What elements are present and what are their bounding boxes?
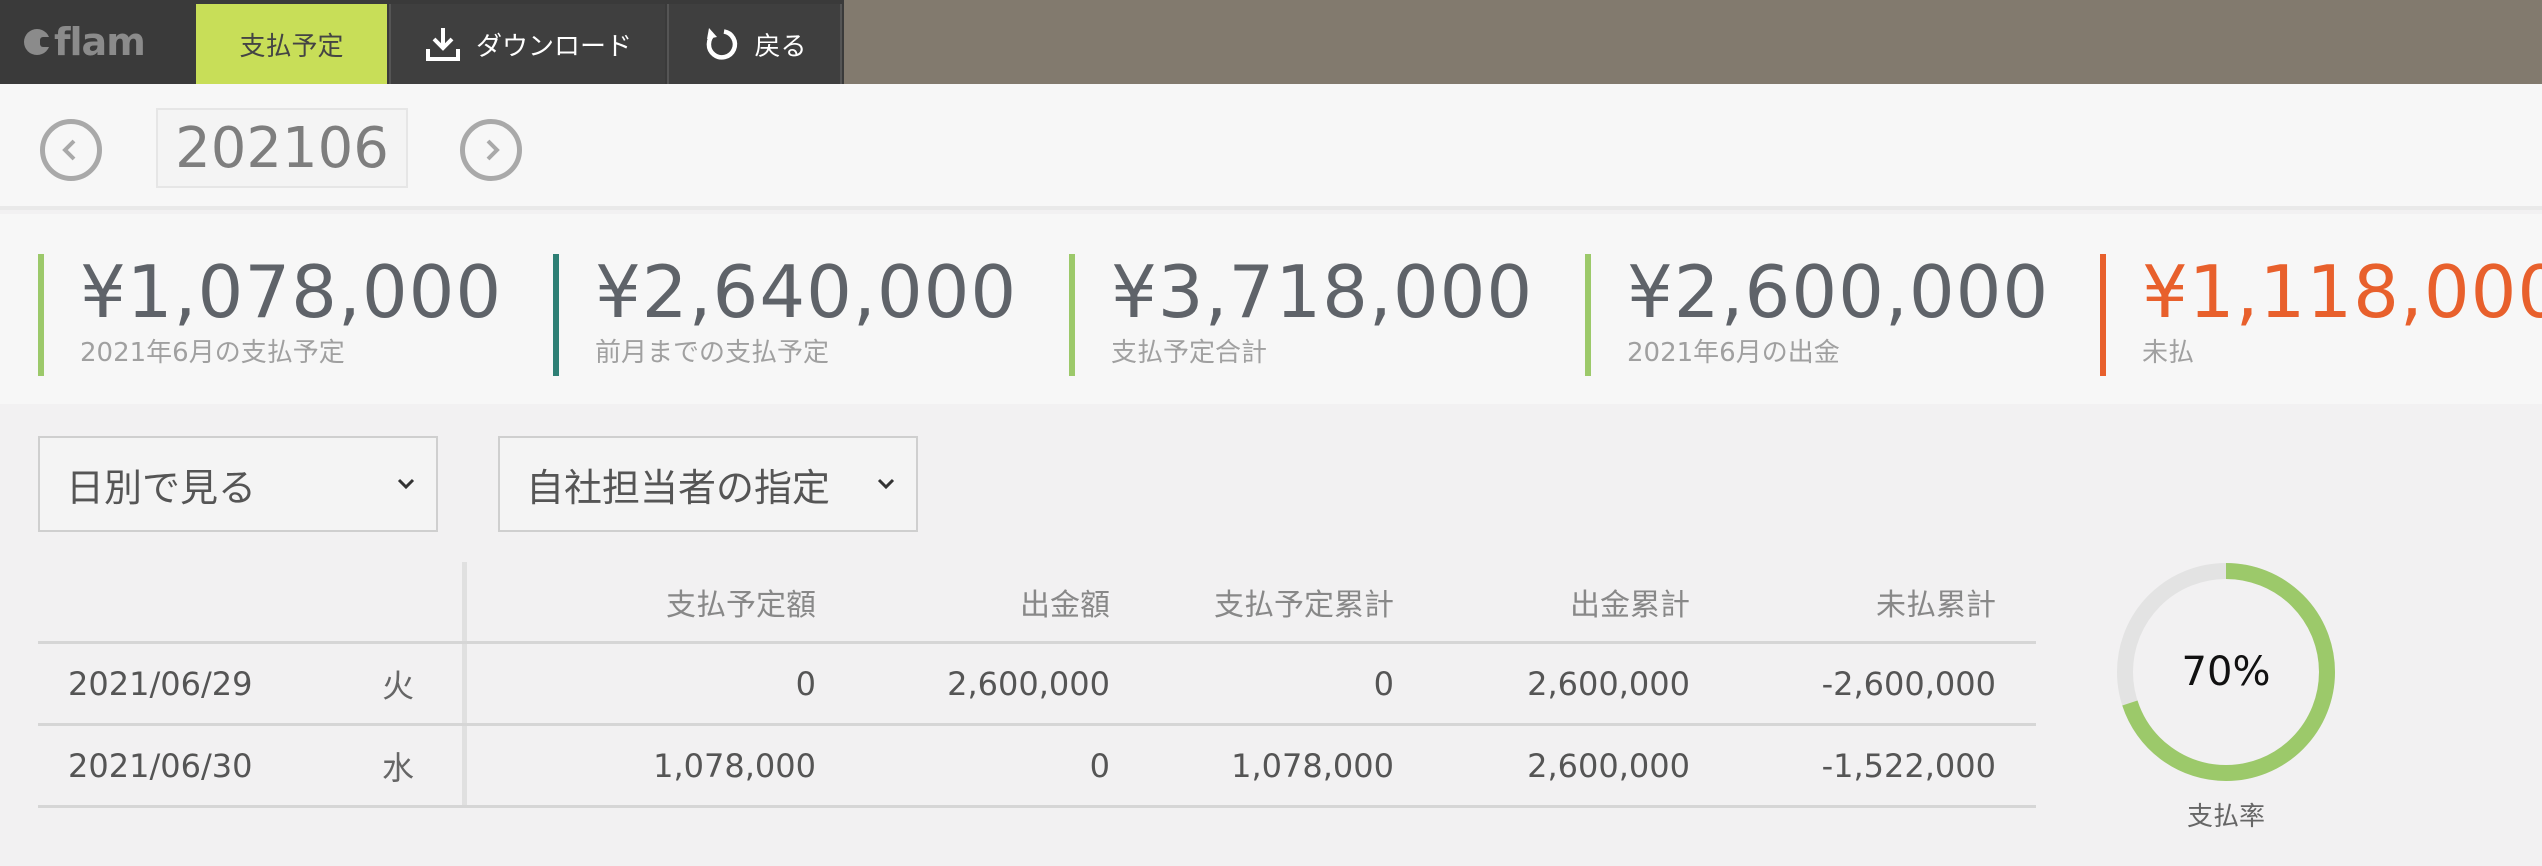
refresh-icon bbox=[702, 25, 740, 63]
logo-text: flam bbox=[54, 20, 146, 64]
month-display[interactable]: 202106 bbox=[156, 108, 408, 188]
stat-monthly-withdrawal: ¥2,600,000 2021年6月の出金 bbox=[1585, 254, 2049, 376]
back-button[interactable]: 戻る bbox=[667, 4, 842, 84]
chevron-down-icon bbox=[877, 478, 895, 490]
table-row[interactable]: 2021/06/29 火 0 2,600,000 0 2,600,000 -2,… bbox=[38, 644, 2036, 726]
table-row[interactable]: 2021/06/30 水 1,078,000 0 1,078,000 2,600… bbox=[38, 726, 2036, 808]
download-icon bbox=[424, 25, 462, 63]
header-withdrawal-cumulative: 出金累計 bbox=[1570, 587, 1690, 623]
cell-unpaid-cumulative: -2,600,000 bbox=[1821, 664, 1996, 703]
person-in-charge-select-value: 自社担当者の指定 bbox=[526, 465, 831, 510]
next-month-button[interactable] bbox=[460, 119, 522, 181]
summary-stats: ¥1,078,000 2021年6月の支払予定 ¥2,640,000 前月までの… bbox=[0, 214, 2542, 404]
cell-day-of-week: 水 bbox=[381, 748, 414, 787]
payment-table: 支払予定額 出金額 支払予定累計 出金累計 未払累計 2021/06/29 火 … bbox=[38, 562, 2036, 808]
cell-unpaid-cumulative: -1,522,000 bbox=[1821, 746, 1996, 785]
stat-monthly-scheduled: ¥1,078,000 2021年6月の支払予定 bbox=[38, 254, 502, 376]
stat-value: ¥1,078,000 bbox=[80, 250, 503, 334]
stat-label: 2021年6月の出金 bbox=[1627, 338, 1840, 368]
cell-scheduled-amount: 0 bbox=[795, 664, 816, 703]
cell-date: 2021/06/29 bbox=[68, 664, 253, 703]
prev-month-button[interactable] bbox=[40, 119, 102, 181]
cell-day-of-week: 火 bbox=[381, 666, 414, 705]
cell-withdrawal-amount: 2,600,000 bbox=[947, 664, 1110, 703]
cell-scheduled-amount: 1,078,000 bbox=[653, 746, 816, 785]
logo-icon bbox=[24, 29, 52, 55]
table-header: 支払予定額 出金額 支払予定累計 出金累計 未払累計 bbox=[38, 562, 2036, 644]
stat-unpaid: ¥1,118,000 未払 bbox=[2100, 254, 2542, 376]
tab-payment-schedule[interactable]: 支払予定 bbox=[196, 4, 387, 84]
header-scheduled-cumulative: 支払予定累計 bbox=[1214, 587, 1394, 623]
cell-scheduled-cumulative: 0 bbox=[1373, 664, 1394, 703]
stat-label: 2021年6月の支払予定 bbox=[80, 338, 345, 368]
back-button-label: 戻る bbox=[754, 31, 807, 62]
stat-scheduled-total: ¥3,718,000 支払予定合計 bbox=[1069, 254, 1533, 376]
stat-label: 前月までの支払予定 bbox=[595, 338, 830, 368]
view-mode-select[interactable]: 日別で見る bbox=[38, 436, 438, 532]
stat-label: 支払予定合計 bbox=[1111, 338, 1268, 368]
top-bar: flam 支払予定 ダウンロード 戻る bbox=[0, 0, 2542, 84]
stat-value: ¥1,118,000 bbox=[2142, 250, 2542, 334]
stat-value: ¥2,640,000 bbox=[595, 250, 1018, 334]
header-withdrawal-amount: 出金額 bbox=[1020, 587, 1110, 623]
column-divider bbox=[462, 562, 467, 641]
app-logo[interactable]: flam bbox=[24, 14, 146, 70]
stat-previous-scheduled: ¥2,640,000 前月までの支払予定 bbox=[553, 254, 1017, 376]
chevron-left-icon bbox=[62, 139, 76, 161]
cell-withdrawal-cumulative: 2,600,000 bbox=[1527, 746, 1690, 785]
payment-rate-value: 70% bbox=[2181, 649, 2271, 695]
stat-value: ¥3,718,000 bbox=[1111, 250, 1534, 334]
header-unpaid-cumulative: 未払累計 bbox=[1876, 587, 1996, 623]
cell-withdrawal-cumulative: 2,600,000 bbox=[1527, 664, 1690, 703]
view-mode-select-value: 日別で見る bbox=[66, 465, 257, 510]
download-button[interactable]: ダウンロード bbox=[389, 4, 665, 84]
chevron-right-icon bbox=[486, 139, 500, 161]
header-scheduled-amount: 支払予定額 bbox=[666, 587, 816, 623]
person-in-charge-select[interactable]: 自社担当者の指定 bbox=[498, 436, 918, 532]
cell-date: 2021/06/30 bbox=[68, 746, 253, 785]
column-divider bbox=[462, 644, 467, 723]
cell-withdrawal-amount: 0 bbox=[1089, 746, 1110, 785]
download-button-label: ダウンロード bbox=[475, 31, 632, 62]
stat-label: 未払 bbox=[2142, 338, 2195, 368]
column-divider bbox=[462, 726, 467, 805]
tab-payment-schedule-label: 支払予定 bbox=[239, 31, 344, 62]
chevron-down-icon bbox=[397, 478, 415, 490]
cell-scheduled-cumulative: 1,078,000 bbox=[1231, 746, 1394, 785]
payment-rate-label: 支払率 bbox=[2186, 802, 2265, 832]
stat-value: ¥2,600,000 bbox=[1627, 250, 2050, 334]
month-selector-bar: 202106 bbox=[0, 84, 2542, 210]
